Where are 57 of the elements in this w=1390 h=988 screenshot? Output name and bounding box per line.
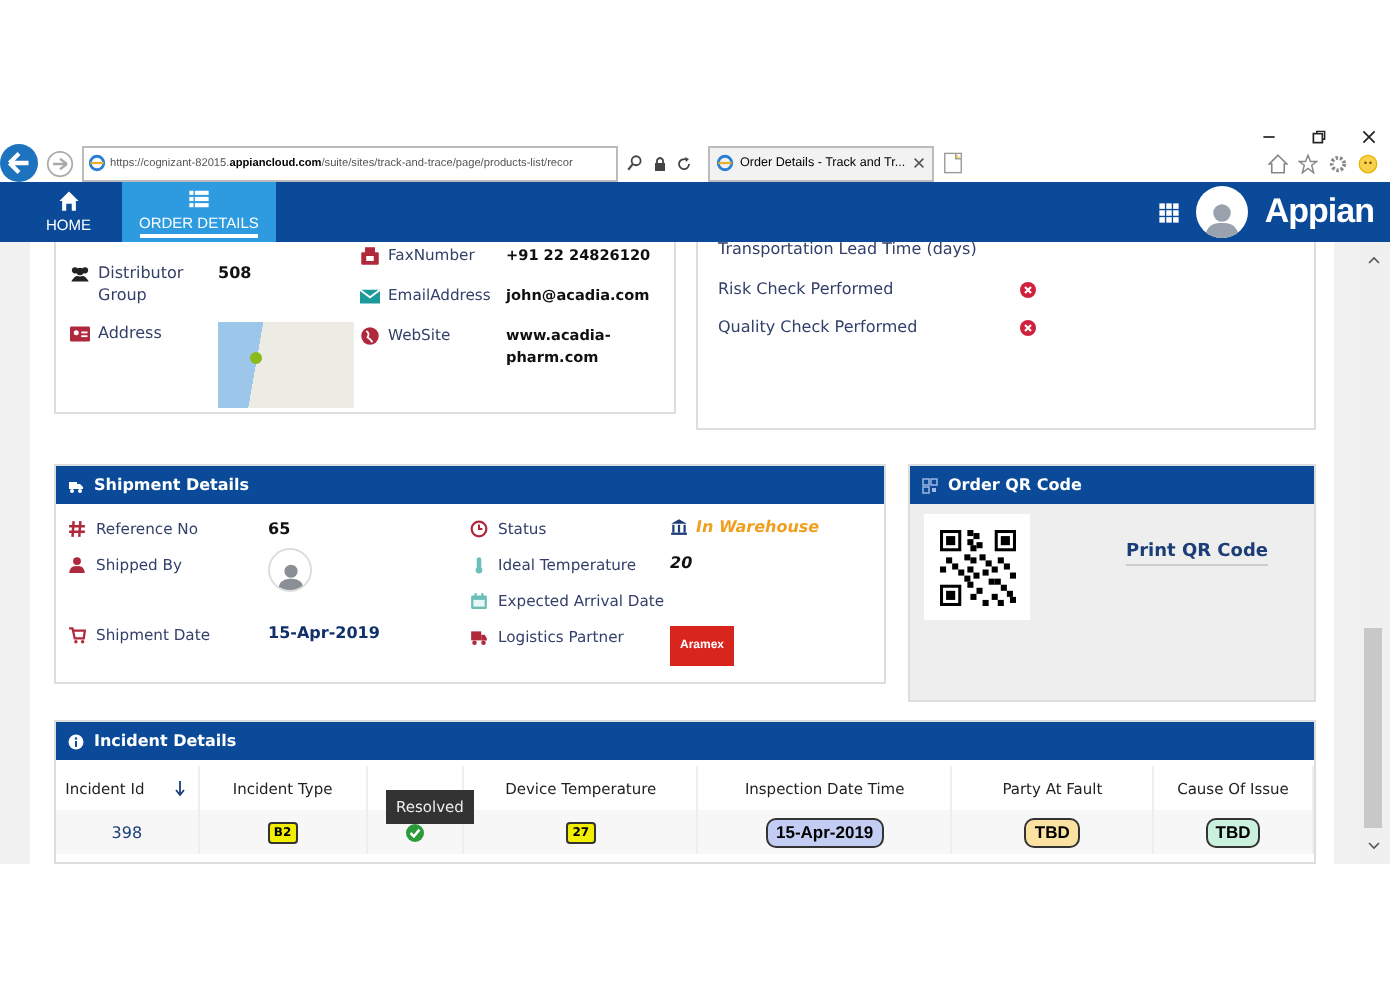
qr-code-drawing [939,529,1015,605]
home-icon [1268,153,1288,173]
field-label: Quality Check Performed [718,318,920,336]
print-qr-code-link[interactable]: Print QR Code [1126,542,1269,566]
map-placeholder [218,322,354,408]
star-icon [1298,153,1318,173]
tag: TBD [1205,817,1261,847]
calendar-icon [470,592,488,610]
hash-icon [68,520,86,538]
panel-header: Shipment Details [56,466,884,504]
new-tab-icon [941,152,964,174]
field-label: Transportation Lead Time (days) [718,242,979,260]
field-value: 20 [670,554,693,572]
user-silhouette-icon [275,560,305,590]
tag: TBD [1024,817,1080,847]
panel-header: Order QR Code [910,466,1314,504]
home-icon [57,190,80,212]
incident-id-link[interactable]: 398 [111,823,143,841]
apps-grid-icon [1158,201,1181,223]
close-icon [1360,128,1378,146]
field-value: 65 [268,518,291,540]
field-value: 15-Apr-2019 [268,624,380,642]
forward-icon [46,149,74,177]
search-icon [626,154,644,172]
smiley-icon [1358,153,1378,173]
info-icon [68,733,84,749]
tag: 15-Apr-2019 [766,817,884,847]
settings-icon [1328,153,1348,173]
building-icon [670,518,688,536]
list-icon [187,187,210,209]
scroll-down-icon [1365,838,1381,854]
envelope-icon [360,286,380,306]
cart-icon [68,626,86,644]
group-icon [70,264,90,284]
truck-icon [470,628,488,646]
panel-header: Incident Details [56,722,1314,760]
user-icon [68,556,86,574]
field-label: Distributor Group [98,262,186,306]
status-value: In Warehouse [696,518,820,536]
field-label: Risk Check Performed [718,280,896,298]
address-card-icon [70,324,90,344]
user-silhouette-icon [1202,198,1243,238]
field-label: Address [98,322,162,344]
close-icon [911,156,926,170]
restore-icon [1310,128,1328,146]
user-avatar[interactable] [1196,186,1249,238]
scroll-up-icon [1365,252,1381,268]
scrollbar-thumb[interactable] [1364,628,1382,828]
qr-code-icon [922,477,938,493]
brand-logo: Appian [1264,192,1374,232]
field-value: 508 [218,262,252,284]
sort-arrow-icon [172,780,189,796]
thermometer-icon [470,556,488,574]
lock-icon [652,155,668,171]
clock-icon [470,520,488,538]
refresh-icon [676,155,692,171]
truck-icon [68,477,84,493]
